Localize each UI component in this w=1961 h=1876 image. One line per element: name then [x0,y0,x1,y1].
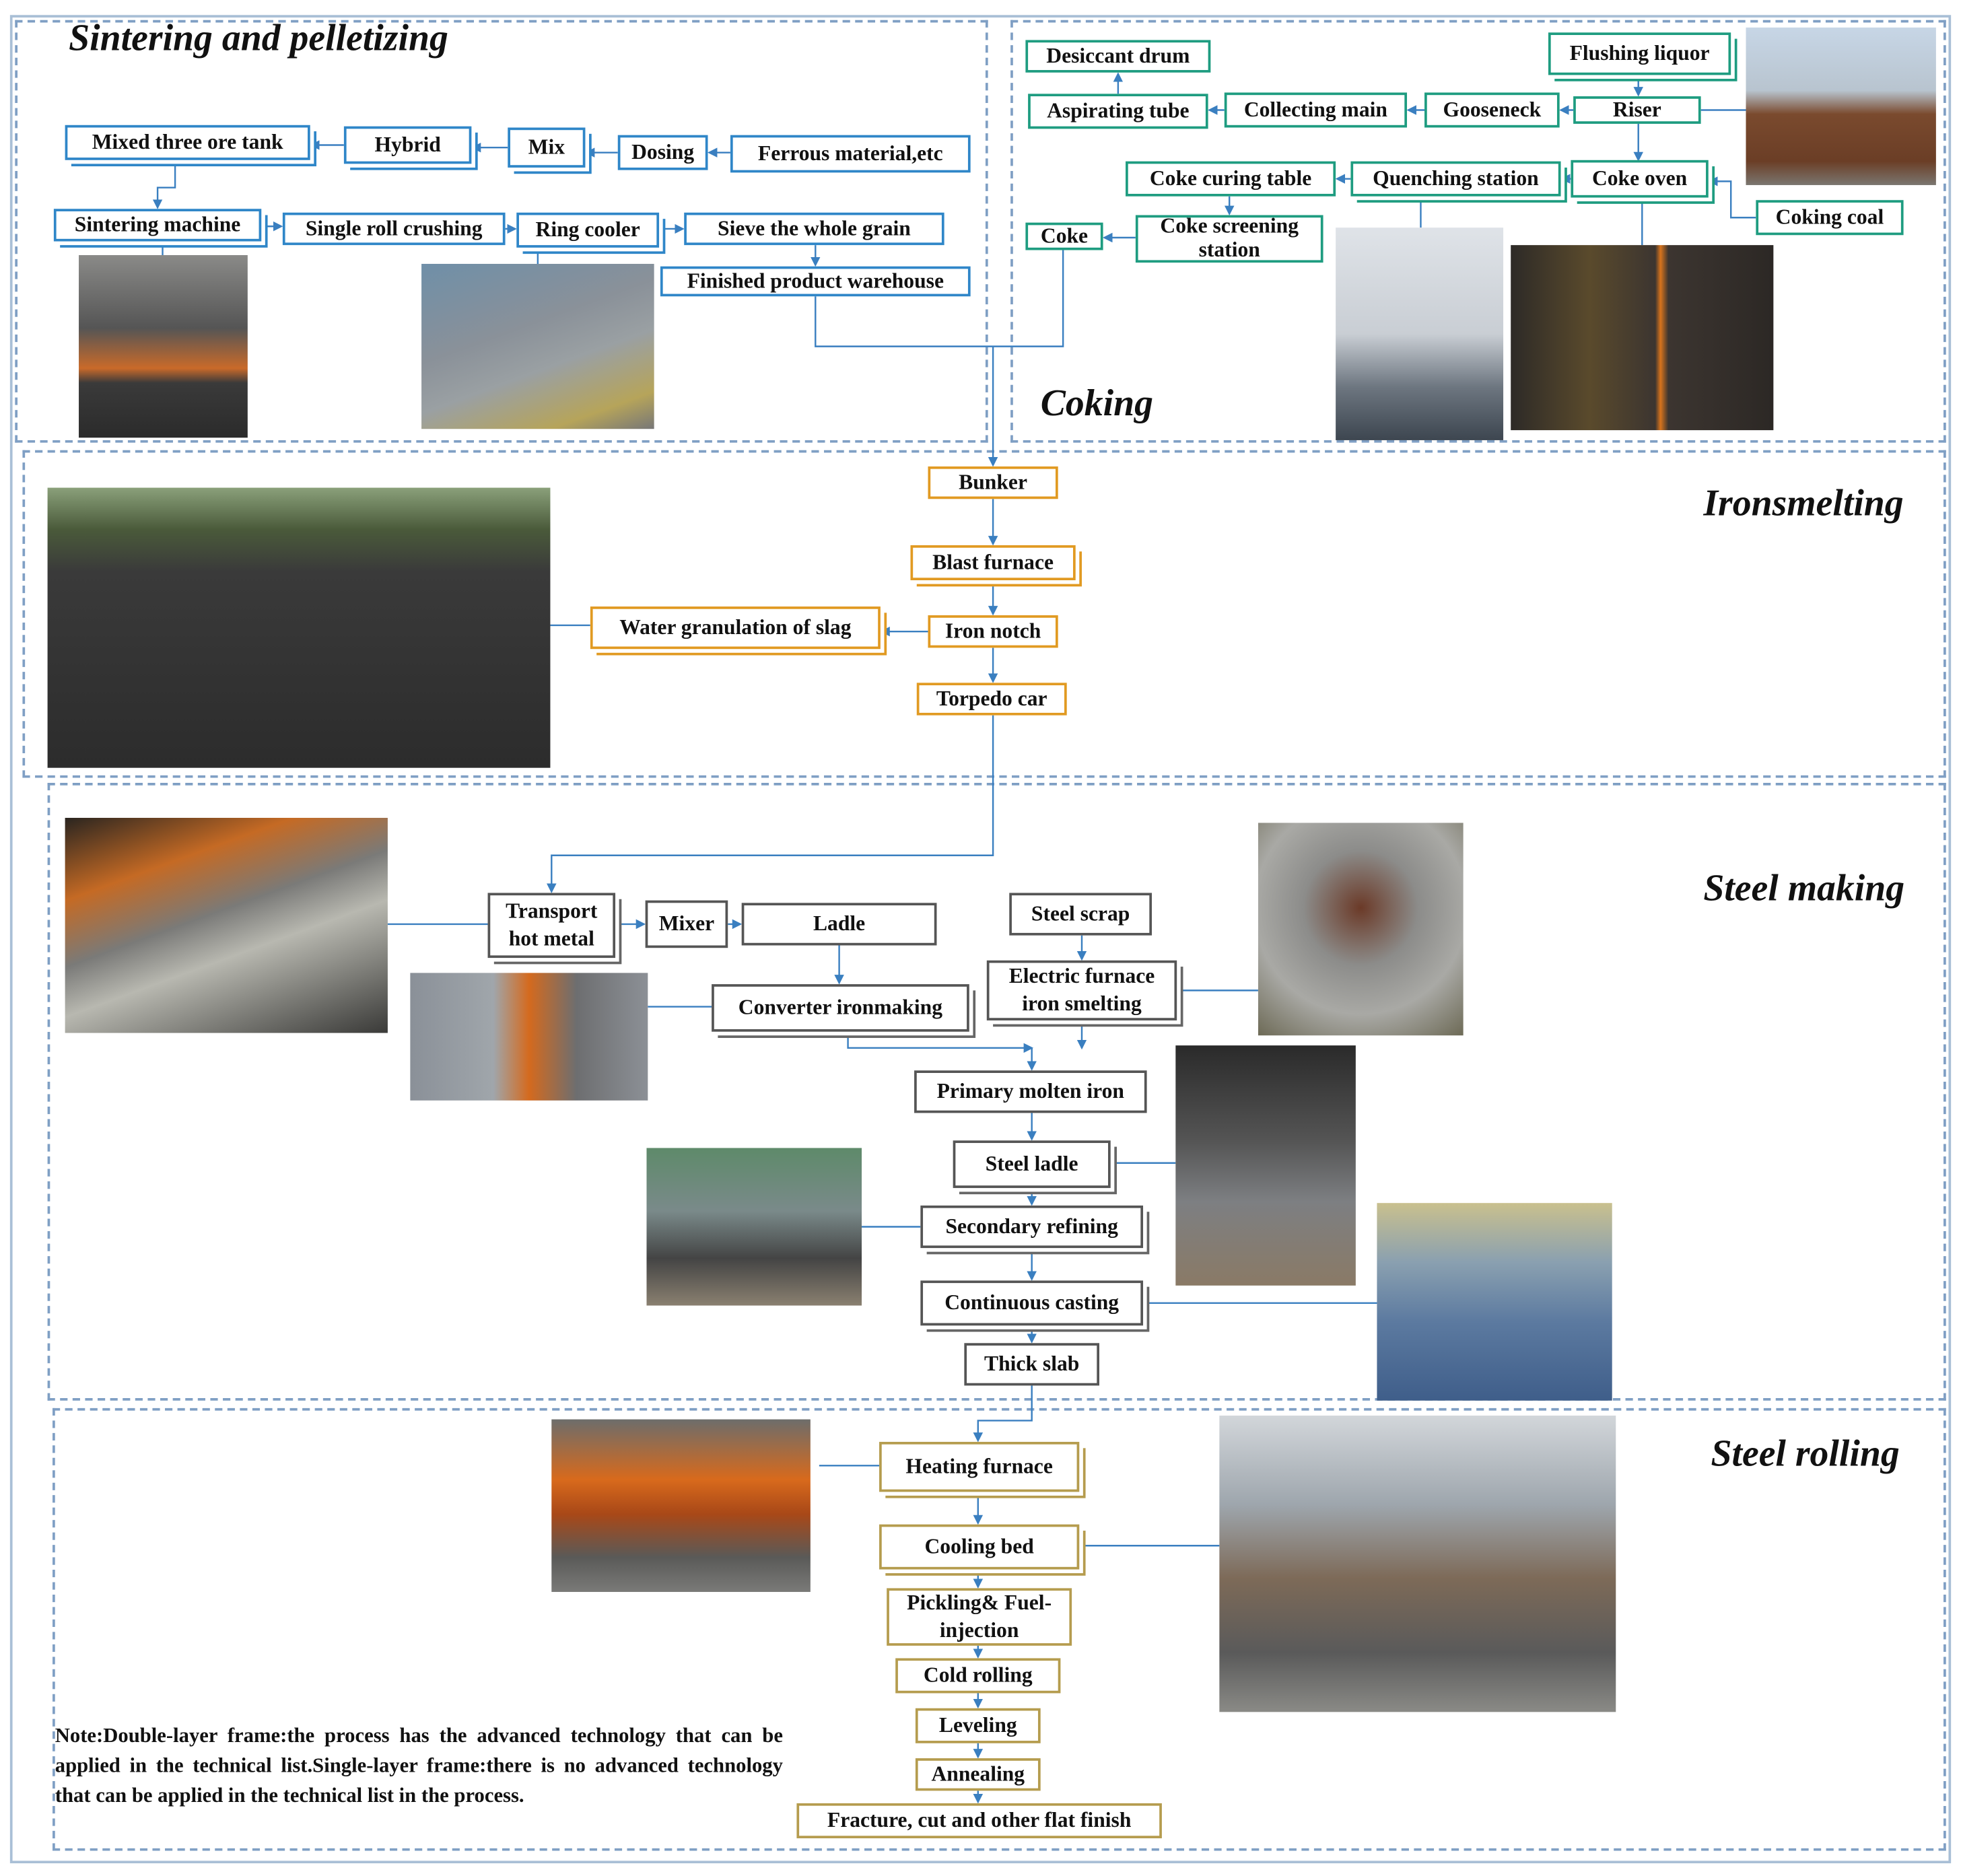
node-steel-scrap[interactable]: Steel scrap [1009,893,1152,936]
node-annealing[interactable]: Annealing [915,1758,1041,1791]
electric-furnace-photo [1258,823,1464,1036]
node-fracture-cut-flat-finish[interactable]: Fracture, cut and other flat finish [796,1803,1162,1838]
node-ring-cooler[interactable]: Ring cooler [516,212,660,248]
node-ladle[interactable]: Ladle [741,903,937,946]
node-finished-product-warehouse[interactable]: Finished product warehouse [660,266,971,297]
node-steel-ladle[interactable]: Steel ladle [953,1140,1111,1188]
node-converter-ironmaking[interactable]: Converter ironmaking [712,984,969,1032]
node-coking-coal[interactable]: Coking coal [1756,200,1904,236]
quenching-tower-photo [1336,228,1504,440]
process-flow-diagram: Sintering and pelletizing Coking Ironsme… [0,0,1961,1876]
node-mixed-three-ore-tank[interactable]: Mixed three ore tank [65,125,310,160]
secondary-refining-photo [646,1148,862,1306]
coke-oven-photo [1511,245,1774,431]
node-riser[interactable]: Riser [1573,96,1701,124]
node-coke[interactable]: Coke [1025,222,1103,250]
node-aspirating-tube[interactable]: Aspirating tube [1028,94,1208,129]
node-coke-screening-station[interactable]: Coke screening station [1135,215,1323,263]
node-blast-furnace[interactable]: Blast furnace [910,545,1076,581]
node-coke-oven[interactable]: Coke oven [1571,160,1709,198]
node-single-roll-crushing[interactable]: Single roll crushing [282,212,506,246]
slag-pile-photo [47,487,551,768]
node-water-granulation-of-slag[interactable]: Water granulation of slag [590,606,881,650]
node-collecting-main[interactable]: Collecting main [1224,92,1408,128]
node-desiccant-drum[interactable]: Desiccant drum [1025,40,1211,73]
node-mix[interactable]: Mix [508,127,586,168]
node-leveling[interactable]: Leveling [915,1708,1041,1743]
node-thick-slab[interactable]: Thick slab [964,1343,1100,1386]
continuous-casting-photo [1377,1203,1612,1401]
node-torpedo-car[interactable]: Torpedo car [916,683,1067,716]
node-hybrid[interactable]: Hybrid [343,126,472,164]
node-coke-curing-table[interactable]: Coke curing table [1126,161,1336,197]
sintering-machine-photo [79,254,248,438]
coke-oven-battery-photo [1746,27,1936,185]
node-transport-hot-metal[interactable]: Transport hot metal [487,893,616,959]
converter-photo [410,973,648,1101]
node-secondary-refining[interactable]: Secondary refining [920,1205,1144,1249]
node-cold-rolling[interactable]: Cold rolling [895,1658,1061,1694]
node-electric-furnace[interactable]: Electric furnace iron smelting [986,960,1177,1020]
node-sintering-machine[interactable]: Sintering machine [53,209,262,242]
node-mixer[interactable]: Mixer [645,900,728,948]
node-cooling-bed[interactable]: Cooling bed [879,1524,1080,1570]
node-flushing-liquor[interactable]: Flushing liquor [1548,32,1731,75]
node-gooseneck[interactable]: Gooseneck [1424,92,1560,128]
node-continuous-casting[interactable]: Continuous casting [920,1280,1144,1326]
hot-metal-car-photo [65,818,388,1033]
node-primary-molten-iron[interactable]: Primary molten iron [914,1070,1147,1113]
node-dosing[interactable]: Dosing [617,135,708,170]
node-ferrous-material[interactable]: Ferrous material,etc [730,135,971,173]
node-quenching-station[interactable]: Quenching station [1350,161,1561,197]
steel-ladle-photo [1175,1045,1356,1286]
heating-furnace-photo [551,1419,811,1592]
ring-cooler-photo [421,263,654,429]
node-pickling-fuel-injection[interactable]: Pickling& Fuel-injection [887,1588,1072,1646]
node-sieve-whole-grain[interactable]: Sieve the whole grain [684,212,944,246]
cooling-bed-photo [1219,1416,1616,1712]
node-bunker[interactable]: Bunker [928,466,1058,499]
node-heating-furnace[interactable]: Heating furnace [879,1442,1080,1492]
node-iron-notch[interactable]: Iron notch [928,615,1058,648]
